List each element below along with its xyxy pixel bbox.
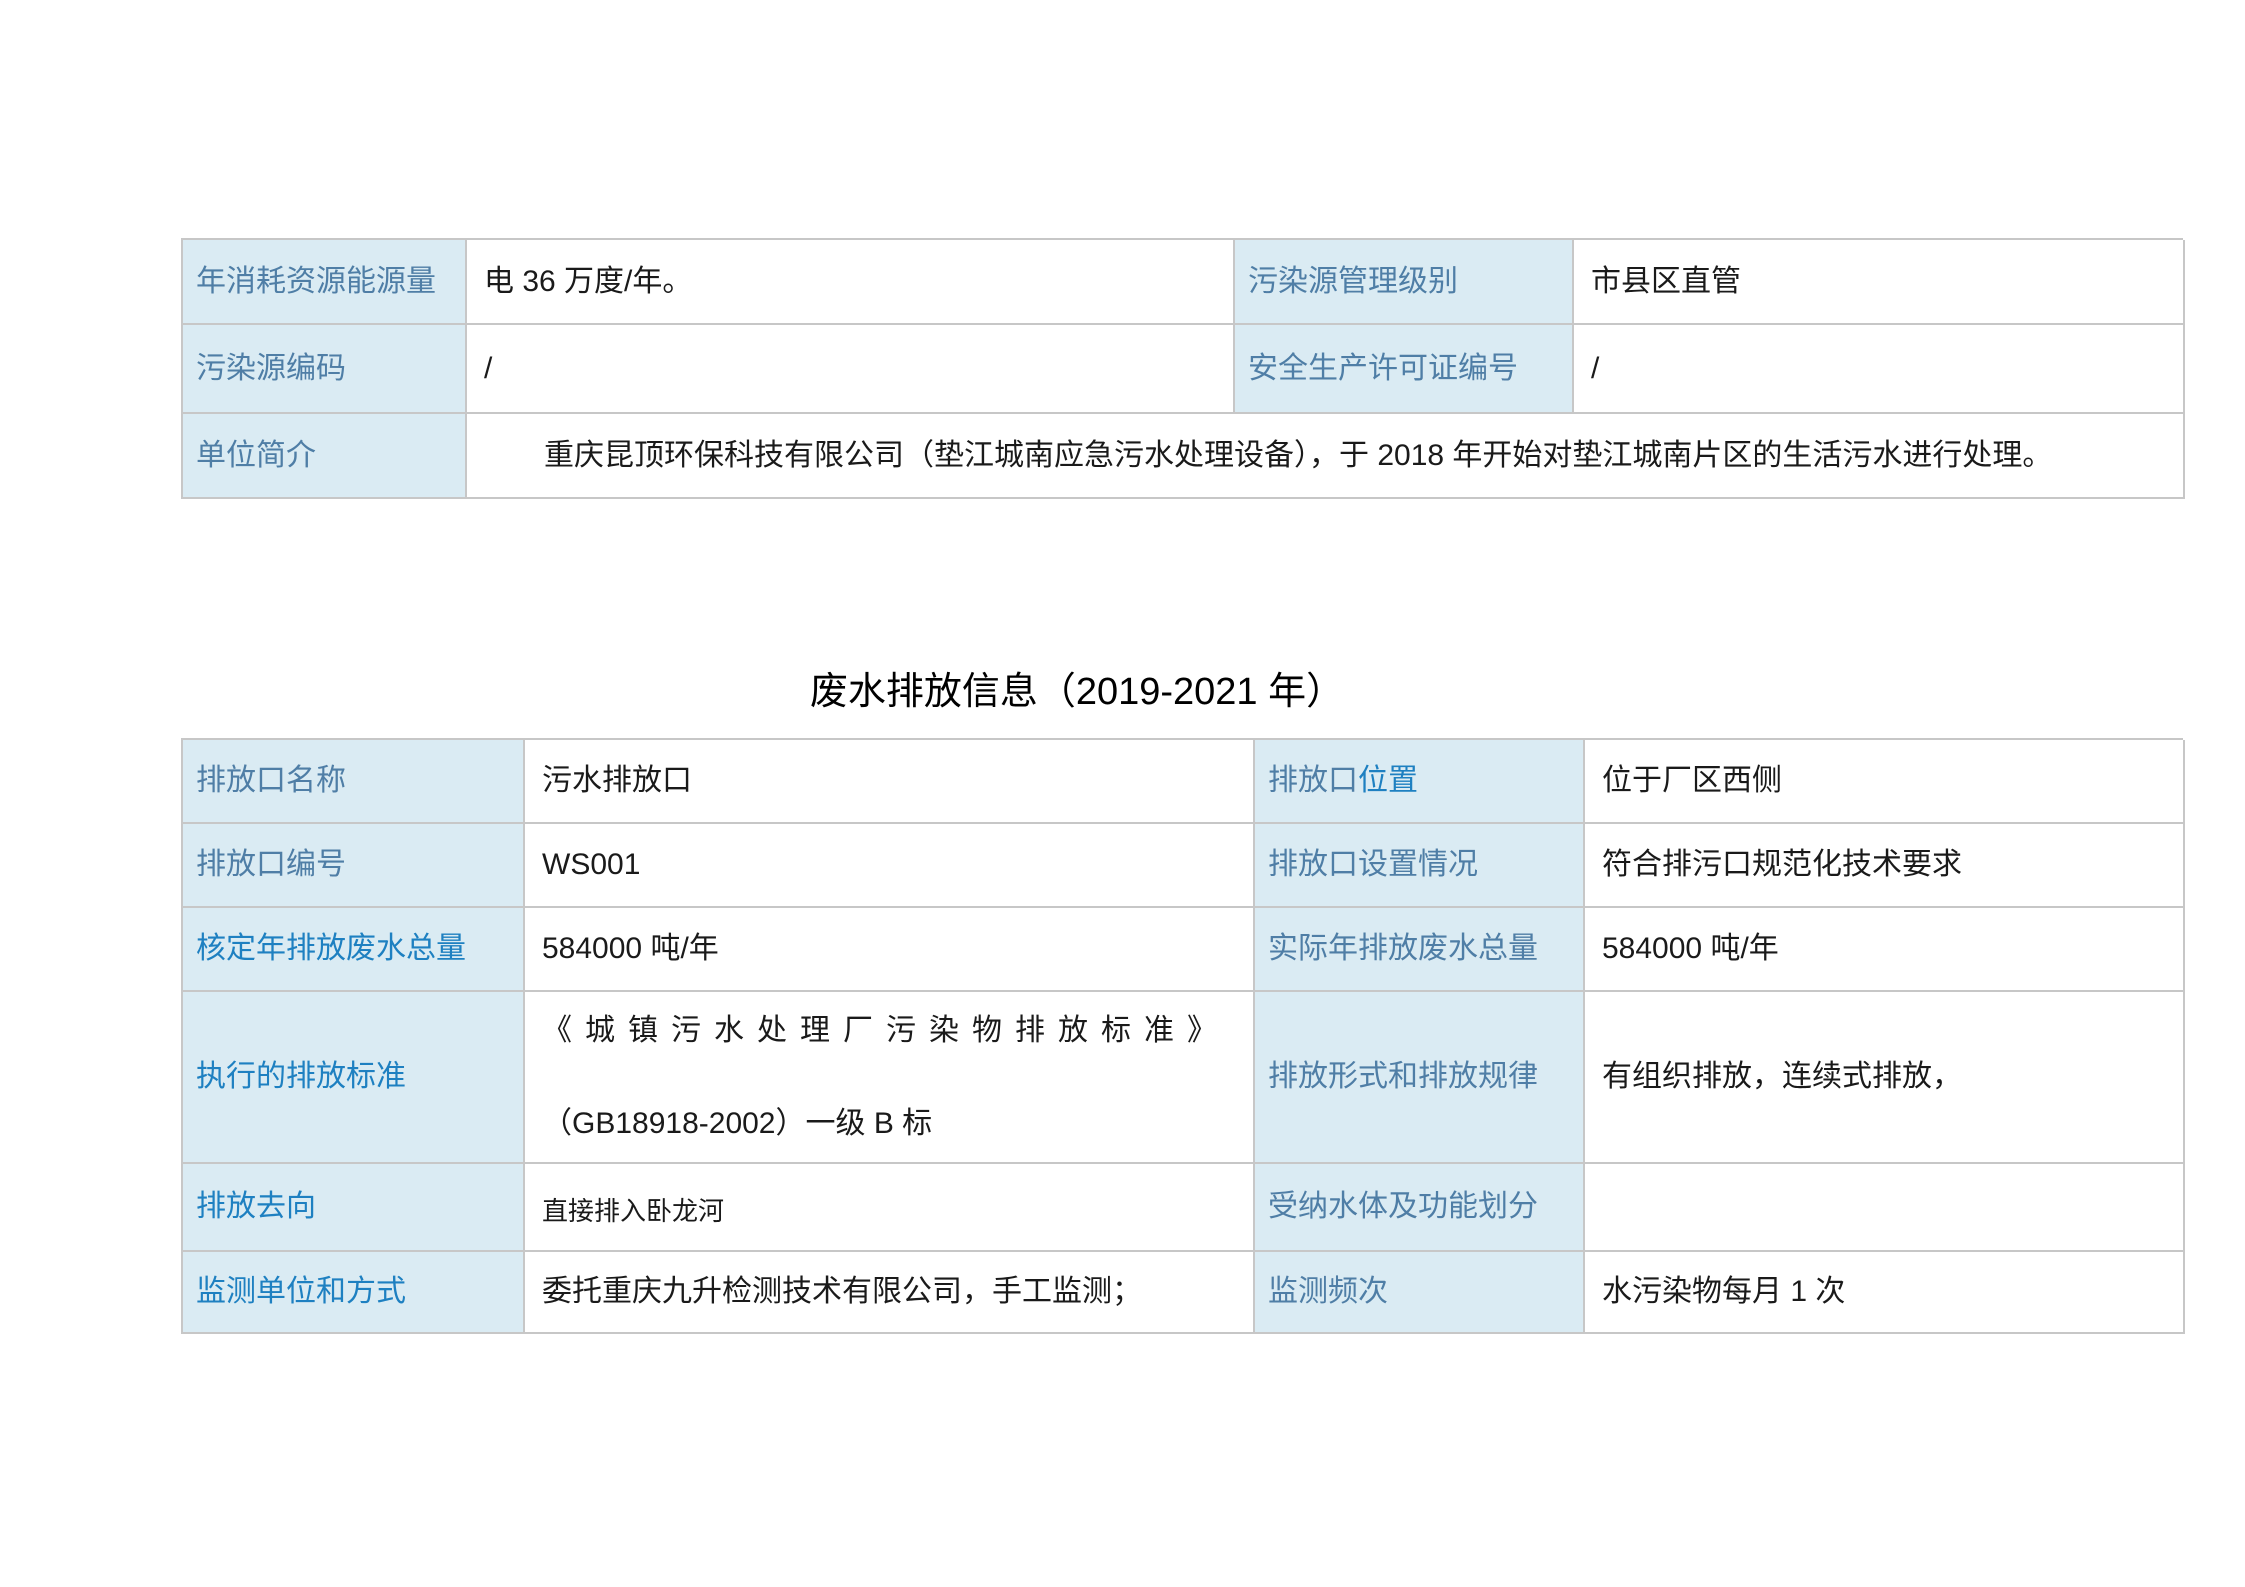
destination-value: 直接排入卧龙河 bbox=[542, 1186, 724, 1229]
source-code-value: / bbox=[484, 350, 492, 388]
discharge-standard-label-cell: 执行的排放标准 bbox=[183, 992, 525, 1164]
approved-discharge-value: 584000 吨/年 bbox=[542, 930, 719, 968]
source-code-value-cell: / bbox=[467, 325, 1235, 414]
approved-discharge-label: 核定年排放废水总量 bbox=[196, 930, 466, 968]
company-profile-label: 单位简介 bbox=[196, 437, 316, 475]
discharge-standard-value-line1: 《城镇污水处理厂污染物排放标准》 bbox=[542, 1012, 1230, 1050]
outlet-location-value-cell: 位于厂区西侧 bbox=[1585, 740, 2185, 824]
actual-discharge-value: 584000 吨/年 bbox=[1602, 930, 1779, 968]
safety-permit-label-cell: 安全生产许可证编号 bbox=[1235, 325, 1574, 414]
source-code-label: 污染源编码 bbox=[196, 350, 346, 388]
actual-discharge-label: 实际年排放废水总量 bbox=[1268, 930, 1538, 968]
outlet-setup-label: 排放口设置情况 bbox=[1268, 846, 1478, 884]
receiving-water-label: 受纳水体及功能划分 bbox=[1268, 1188, 1538, 1226]
management-level-value: 市县区直管 bbox=[1591, 263, 1741, 301]
discharge-mode-label: 排放形式和排放规律 bbox=[1268, 1058, 1538, 1096]
annual-energy-value: 电 36 万度/年。 bbox=[484, 263, 692, 301]
destination-label-cell: 排放去向 bbox=[183, 1164, 525, 1252]
safety-permit-value: / bbox=[1591, 350, 1599, 388]
outlet-location-label-part2: 位置 bbox=[1358, 764, 1418, 797]
discharge-mode-value-cell: 有组织排放，连续式排放， bbox=[1585, 992, 2185, 1164]
wastewater-discharge-table: 排放口名称 污水排放口 排放口位置 位于厂区西侧 排放口编号 WS001 排放口… bbox=[181, 738, 2183, 1334]
management-level-value-cell: 市县区直管 bbox=[1574, 240, 2185, 325]
annual-energy-label-cell: 年消耗资源能源量 bbox=[183, 240, 467, 325]
receiving-water-label-cell: 受纳水体及功能划分 bbox=[1255, 1164, 1585, 1252]
company-profile-value: 重庆昆顶环保科技有限公司（垫江城南应急污水处理设备），于 2018 年开始对垫江… bbox=[484, 437, 2052, 475]
outlet-number-label: 排放口编号 bbox=[196, 846, 346, 884]
approved-discharge-label-cell: 核定年排放废水总量 bbox=[183, 908, 525, 992]
safety-permit-label: 安全生产许可证编号 bbox=[1248, 350, 1518, 388]
annual-energy-label: 年消耗资源能源量 bbox=[196, 263, 436, 301]
source-code-label-cell: 污染源编码 bbox=[183, 325, 467, 414]
annual-energy-value-cell: 电 36 万度/年。 bbox=[467, 240, 1235, 325]
outlet-location-label-cell: 排放口位置 bbox=[1255, 740, 1585, 824]
destination-value-cell: 直接排入卧龙河 bbox=[525, 1164, 1255, 1252]
monitoring-unit-value-cell: 委托重庆九升检测技术有限公司，手工监测； bbox=[525, 1252, 1255, 1334]
wastewater-section-title: 废水排放信息（2019-2021 年） bbox=[181, 660, 2183, 715]
discharge-standard-value-line2: （GB18918-2002）一级 B 标 bbox=[542, 1105, 932, 1143]
discharge-standard-label: 执行的排放标准 bbox=[196, 1058, 406, 1096]
destination-label: 排放去向 bbox=[196, 1188, 316, 1226]
company-profile-label-cell: 单位简介 bbox=[183, 414, 467, 499]
facility-info-table: 年消耗资源能源量 电 36 万度/年。 污染源管理级别 市县区直管 污染源编码 … bbox=[181, 238, 2183, 499]
discharge-standard-value-cell: 《城镇污水处理厂污染物排放标准》 （GB18918-2002）一级 B 标 bbox=[525, 992, 1255, 1164]
outlet-number-value: WS001 bbox=[542, 846, 640, 884]
outlet-setup-label-cell: 排放口设置情况 bbox=[1255, 824, 1585, 908]
approved-discharge-value-cell: 584000 吨/年 bbox=[525, 908, 1255, 992]
company-profile-value-cell: 重庆昆顶环保科技有限公司（垫江城南应急污水处理设备），于 2018 年开始对垫江… bbox=[467, 414, 2185, 499]
monitoring-unit-label-cell: 监测单位和方式 bbox=[183, 1252, 525, 1334]
actual-discharge-value-cell: 584000 吨/年 bbox=[1585, 908, 2185, 992]
monitoring-frequency-label: 监测频次 bbox=[1268, 1273, 1388, 1311]
management-level-label: 污染源管理级别 bbox=[1248, 263, 1458, 301]
outlet-number-label-cell: 排放口编号 bbox=[183, 824, 525, 908]
outlet-location-label-part1: 排放口 bbox=[1268, 764, 1358, 797]
outlet-setup-value: 符合排污口规范化技术要求 bbox=[1602, 846, 1962, 884]
discharge-mode-value: 有组织排放，连续式排放， bbox=[1602, 1058, 1962, 1096]
outlet-name-label-cell: 排放口名称 bbox=[183, 740, 525, 824]
outlet-name-value: 污水排放口 bbox=[542, 762, 692, 800]
safety-permit-value-cell: / bbox=[1574, 325, 2185, 414]
monitoring-frequency-value-cell: 水污染物每月 1 次 bbox=[1585, 1252, 2185, 1334]
monitoring-frequency-value: 水污染物每月 1 次 bbox=[1602, 1273, 1845, 1311]
outlet-name-label: 排放口名称 bbox=[196, 762, 346, 800]
actual-discharge-label-cell: 实际年排放废水总量 bbox=[1255, 908, 1585, 992]
outlet-setup-value-cell: 符合排污口规范化技术要求 bbox=[1585, 824, 2185, 908]
management-level-label-cell: 污染源管理级别 bbox=[1235, 240, 1574, 325]
receiving-water-value-cell bbox=[1585, 1164, 2185, 1252]
monitoring-unit-value: 委托重庆九升检测技术有限公司，手工监测； bbox=[542, 1273, 1142, 1311]
outlet-location-label: 排放口位置 bbox=[1268, 762, 1418, 800]
discharge-mode-label-cell: 排放形式和排放规律 bbox=[1255, 992, 1585, 1164]
monitoring-frequency-label-cell: 监测频次 bbox=[1255, 1252, 1585, 1334]
outlet-number-value-cell: WS001 bbox=[525, 824, 1255, 908]
outlet-location-value: 位于厂区西侧 bbox=[1602, 762, 1782, 800]
monitoring-unit-label: 监测单位和方式 bbox=[196, 1273, 406, 1311]
outlet-name-value-cell: 污水排放口 bbox=[525, 740, 1255, 824]
